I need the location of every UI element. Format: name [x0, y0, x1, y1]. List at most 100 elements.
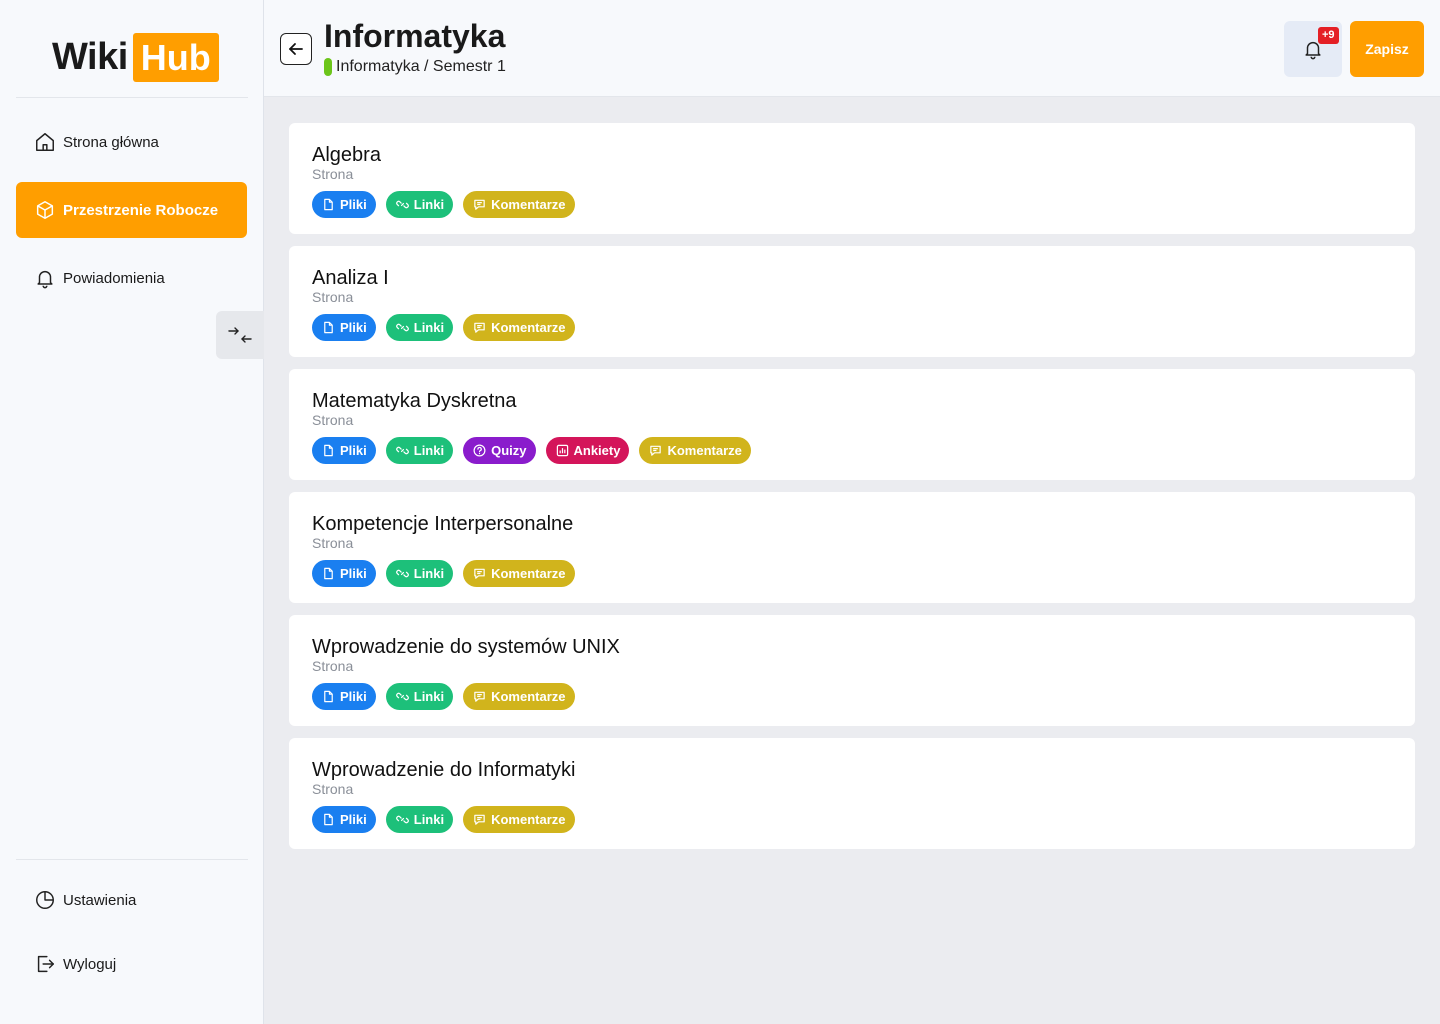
- breadcrumb-text[interactable]: Informatyka / Semestr 1: [336, 58, 506, 76]
- logo[interactable]: Wiki Hub: [52, 33, 219, 82]
- comments-tag[interactable]: Komentarze: [463, 560, 575, 587]
- tag-label: Komentarze: [491, 812, 566, 827]
- files-tag[interactable]: Pliki: [312, 560, 376, 587]
- notifications-button[interactable]: +9: [1284, 21, 1342, 77]
- question-icon: [473, 444, 486, 457]
- comments-tag[interactable]: Komentarze: [463, 806, 575, 833]
- tag-label: Pliki: [340, 320, 367, 335]
- tag-label: Linki: [413, 197, 445, 212]
- page-card[interactable]: Wprowadzenie do Informatyki Strona Pliki…: [289, 738, 1415, 849]
- arrow-left-icon: [289, 43, 303, 55]
- page-card[interactable]: Algebra Strona Pliki Linki Komentarze: [289, 123, 1415, 234]
- sidebar-item-workspaces[interactable]: Przestrzenie Robocze: [16, 182, 247, 238]
- page-card-type: Strona: [312, 166, 354, 182]
- tag-list: Pliki Linki Komentarze: [312, 806, 1415, 833]
- comments-tag[interactable]: Komentarze: [463, 683, 575, 710]
- tag-label: Pliki: [340, 197, 367, 212]
- files-tag[interactable]: Pliki: [312, 806, 376, 833]
- polls-tag[interactable]: Ankiety: [545, 437, 630, 464]
- page-card-title: Algebra: [312, 144, 381, 166]
- comment-icon: [474, 568, 485, 579]
- sidebar-item-notifications[interactable]: Powiadomienia: [16, 250, 247, 306]
- tag-list: Pliki Linki Komentarze: [312, 683, 1415, 710]
- file-icon: [324, 690, 333, 703]
- page-card-title: Kompetencje Interpersonalne: [312, 513, 574, 535]
- page-card[interactable]: Kompetencje Interpersonalne Strona Pliki…: [289, 492, 1415, 603]
- page-card-type: Strona: [312, 535, 354, 551]
- file-icon: [324, 813, 333, 826]
- page-card-title: Matematyka Dyskretna: [312, 390, 517, 412]
- page-header: Informatyka Informatyka / Semestr 1 +9 Z…: [264, 0, 1440, 97]
- tag-label: Quizy: [491, 443, 527, 458]
- link-icon: [395, 569, 409, 578]
- pie-chart-icon: [36, 891, 54, 909]
- sidebar-divider-top: [16, 97, 248, 98]
- tag-label: Linki: [413, 812, 445, 827]
- tag-label: Pliki: [340, 689, 367, 704]
- tag-label: Komentarze: [491, 689, 566, 704]
- file-icon: [324, 198, 333, 211]
- comment-icon: [474, 322, 485, 333]
- sidebar-item-logout[interactable]: Wyloguj: [16, 936, 247, 992]
- links-tag[interactable]: Linki: [385, 806, 454, 833]
- comment-icon: [474, 199, 485, 210]
- link-icon: [395, 815, 409, 824]
- links-tag[interactable]: Linki: [385, 437, 454, 464]
- comments-tag[interactable]: Komentarze: [463, 314, 575, 341]
- links-tag[interactable]: Linki: [385, 191, 454, 218]
- tag-list: Pliki Linki Komentarze: [312, 560, 1415, 587]
- page-card[interactable]: Matematyka Dyskretna Strona Pliki Linki Qu…: [289, 369, 1415, 480]
- files-tag[interactable]: Pliki: [312, 314, 376, 341]
- notification-count-badge: +9: [1318, 27, 1339, 44]
- links-tag[interactable]: Linki: [385, 683, 454, 710]
- page-card-title: Analiza I: [312, 267, 389, 289]
- links-tag[interactable]: Linki: [385, 560, 454, 587]
- tag-label: Linki: [413, 689, 445, 704]
- sidebar-item-label: Wyloguj: [63, 955, 117, 973]
- breadcrumb: Informatyka / Semestr 1: [324, 58, 506, 76]
- comments-tag[interactable]: Komentarze: [463, 191, 575, 218]
- files-tag[interactable]: Pliki: [312, 683, 376, 710]
- page-card-type: Strona: [312, 412, 354, 428]
- tag-label: Linki: [413, 320, 445, 335]
- files-tag[interactable]: Pliki: [312, 191, 376, 218]
- home-icon: [36, 133, 54, 151]
- file-icon: [324, 567, 333, 580]
- logo-wiki-text: Wiki: [52, 36, 128, 78]
- quizzes-tag[interactable]: Quizy: [463, 437, 536, 464]
- tag-list: Pliki Linki Quizy Ankiety Komentarze: [312, 437, 1415, 464]
- comment-icon: [650, 445, 662, 456]
- box-icon: [36, 201, 54, 219]
- tag-label: Komentarze: [491, 197, 566, 212]
- files-tag[interactable]: Pliki: [312, 437, 376, 464]
- tag-label: Komentarze: [491, 320, 566, 335]
- sidebar-divider-bottom: [16, 859, 248, 860]
- sidebar-item-home[interactable]: Strona główna: [16, 114, 247, 170]
- sidebar-item-label: Strona główna: [63, 133, 159, 151]
- tag-label: Linki: [413, 443, 445, 458]
- page-card-title: Wprowadzenie do Informatyki: [312, 759, 576, 781]
- page-card[interactable]: Wprowadzenie do systemów UNIX Strona Pli…: [289, 615, 1415, 726]
- sidebar-item-settings[interactable]: Ustawienia: [16, 872, 247, 928]
- comment-icon: [474, 814, 485, 825]
- sidebar-item-label: Przestrzenie Robocze: [63, 201, 219, 219]
- page-card[interactable]: Analiza I Strona Pliki Linki Komentarze: [289, 246, 1415, 357]
- link-icon: [395, 692, 409, 701]
- file-icon: [324, 321, 333, 334]
- collapse-sidebar-button[interactable]: [216, 311, 264, 359]
- tag-label: Pliki: [340, 566, 367, 581]
- back-button[interactable]: [280, 33, 312, 65]
- tag-label: Komentarze: [491, 566, 566, 581]
- tag-label: Ankiety: [573, 443, 621, 458]
- page-card-type: Strona: [312, 781, 354, 797]
- link-icon: [395, 446, 409, 455]
- link-icon: [395, 200, 409, 209]
- comments-tag[interactable]: Komentarze: [639, 437, 751, 464]
- tag-label: Pliki: [340, 443, 367, 458]
- sidebar-item-label: Ustawienia: [63, 891, 137, 909]
- links-tag[interactable]: Linki: [385, 314, 454, 341]
- tag-label: Komentarze: [667, 443, 742, 458]
- comment-icon: [474, 691, 485, 702]
- tag-list: Pliki Linki Komentarze: [312, 314, 1415, 341]
- save-button[interactable]: Zapisz: [1350, 21, 1424, 77]
